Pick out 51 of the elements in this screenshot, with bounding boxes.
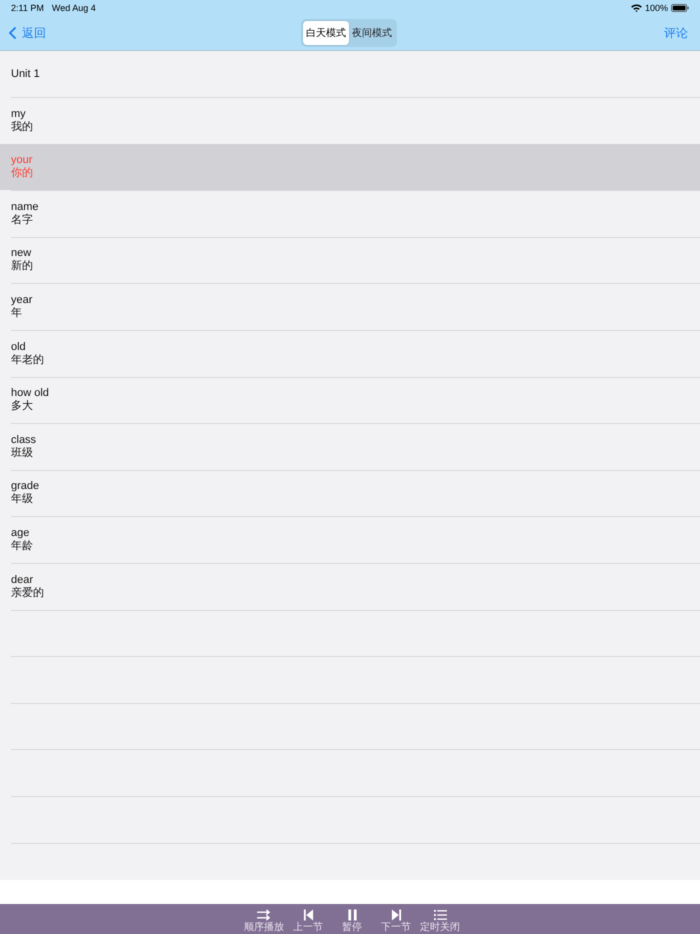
- word-row[interactable]: my 我的: [0, 98, 700, 144]
- word-row[interactable]: how old 多大: [0, 377, 700, 424]
- word-row[interactable]: name 名字: [0, 190, 700, 237]
- chinese-meaning: 名字: [11, 214, 33, 227]
- english-word: my: [11, 108, 26, 120]
- chinese-meaning: 多大: [11, 400, 33, 414]
- chinese-meaning: 年老的: [11, 354, 44, 367]
- chinese-meaning: 年龄: [11, 540, 33, 553]
- word-row[interactable]: age 年龄: [0, 516, 700, 563]
- unit-title: Unit 1: [11, 68, 40, 80]
- english-word: name: [11, 200, 39, 214]
- status-date: Wed Aug 4: [52, 3, 96, 13]
- chinese-meaning: 年: [11, 306, 22, 320]
- english-word: old: [11, 340, 26, 354]
- next-button[interactable]: 下一节: [374, 904, 418, 933]
- english-word: grade: [11, 480, 40, 493]
- list-icon: [434, 909, 446, 921]
- word-row[interactable]: new 新的: [0, 237, 700, 284]
- chinese-meaning: 亲爱的: [11, 586, 44, 600]
- order-button[interactable]: 顺序播放: [242, 904, 286, 933]
- status-time: 2:11 PM: [11, 3, 44, 13]
- word-row[interactable]: grade 年级: [0, 470, 700, 516]
- previous-button[interactable]: 上一节: [286, 904, 330, 933]
- word-row[interactable]: dear 亲爱的: [0, 564, 700, 610]
- english-word: class: [11, 434, 36, 447]
- english-word: how old: [11, 387, 49, 400]
- english-word: dear: [11, 574, 34, 586]
- pause-icon: [346, 909, 358, 921]
- wifi-icon: [630, 4, 642, 12]
- list-button[interactable]: 定时关闭: [418, 904, 462, 933]
- word-row[interactable]: class 班级: [0, 424, 700, 470]
- english-word: age: [11, 526, 30, 540]
- english-word: new: [11, 247, 32, 260]
- pause-button[interactable]: 暂停: [330, 904, 374, 933]
- chinese-meaning: 我的: [11, 120, 33, 134]
- battery-percent: 100%: [644, 3, 668, 13]
- english-word: year: [11, 294, 32, 307]
- chevron-left-icon: [9, 27, 16, 39]
- word-row[interactable]: year 年: [0, 284, 700, 330]
- chinese-meaning: 新的: [11, 260, 33, 274]
- chinese-meaning: 年级: [11, 493, 33, 506]
- mode-segment[interactable]: 夜间模式: [349, 21, 395, 45]
- chinese-meaning: 你的: [11, 167, 33, 180]
- english-word: your: [11, 154, 32, 167]
- mode-segment[interactable]: 白天模式: [303, 21, 349, 45]
- chinese-meaning: 班级: [11, 446, 33, 460]
- skip-back-icon: [302, 909, 314, 921]
- word-row[interactable]: old 年老的: [0, 330, 700, 377]
- battery-icon: [671, 4, 689, 12]
- arrows-right-icon: [256, 909, 272, 921]
- skip-forward-icon: [390, 909, 402, 921]
